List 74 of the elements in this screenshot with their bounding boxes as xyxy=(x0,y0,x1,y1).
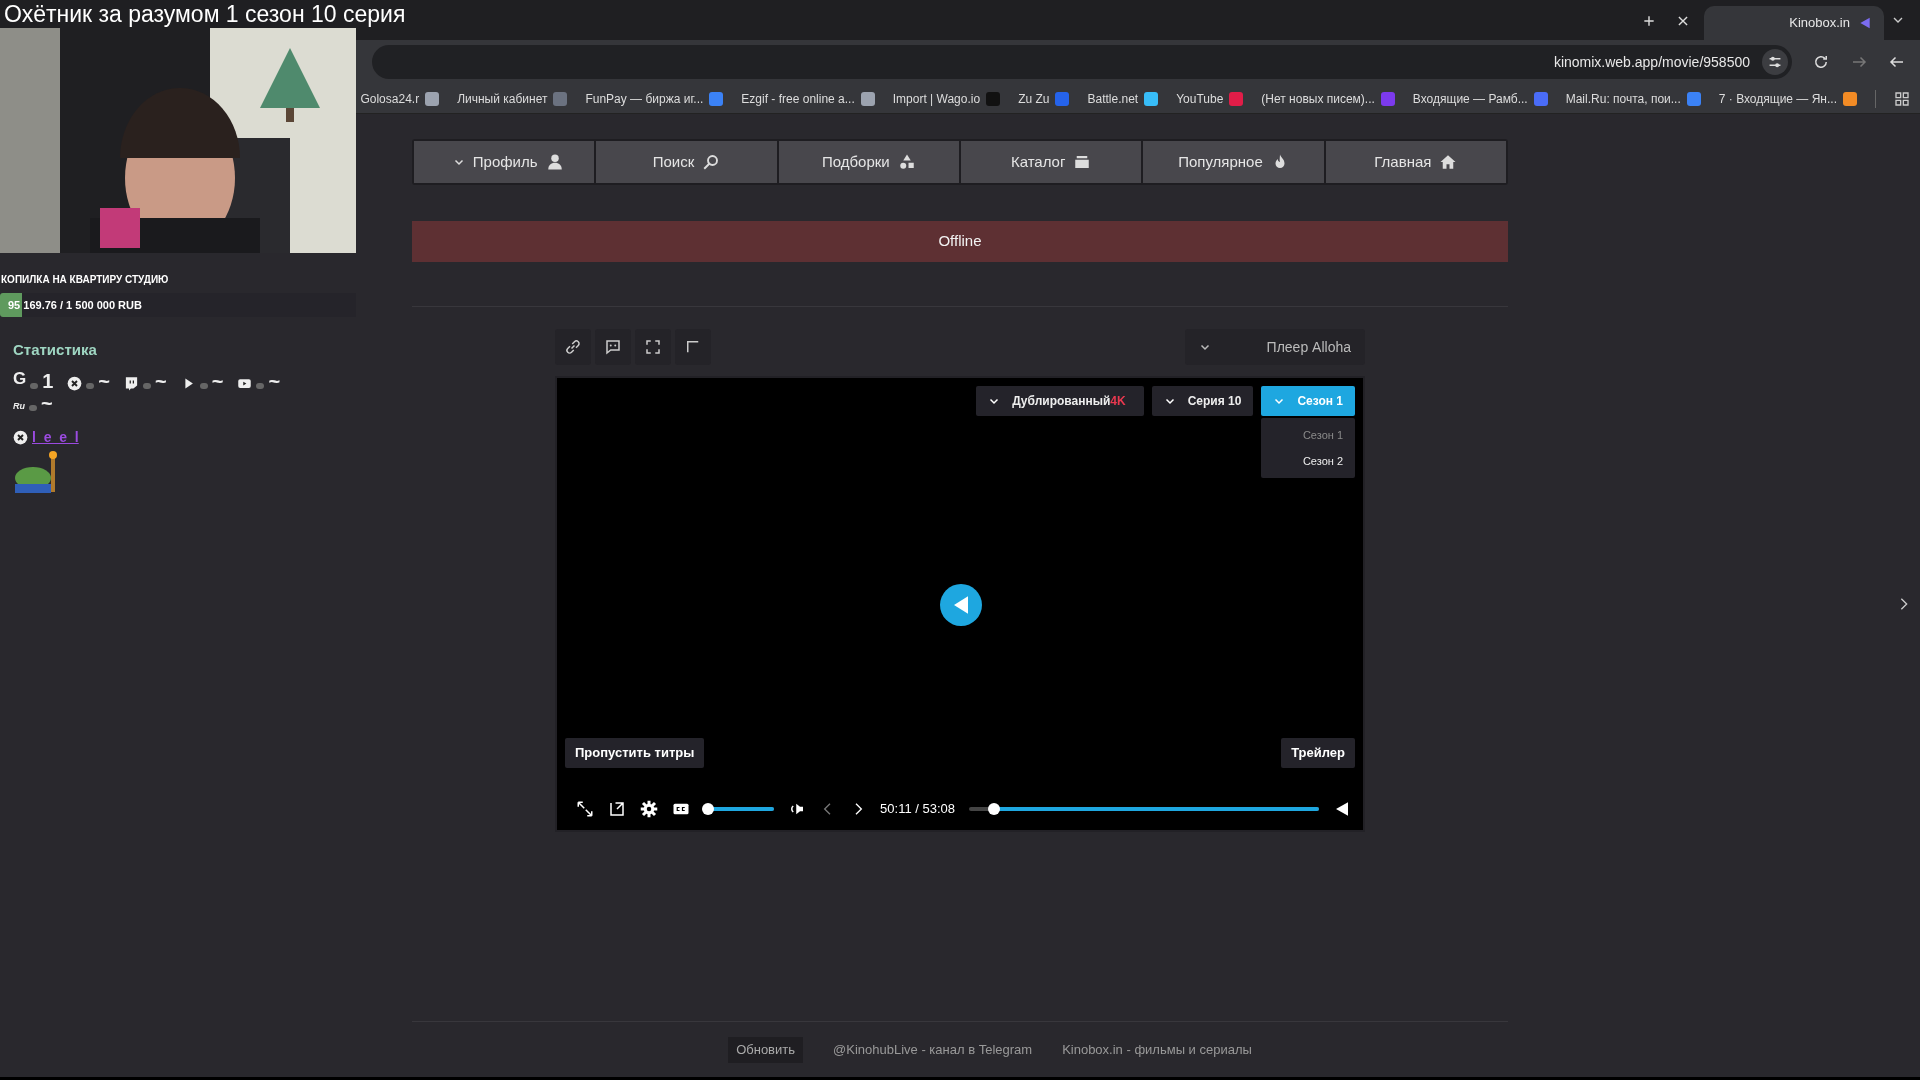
stack-icon xyxy=(1073,153,1092,171)
tab-title: Kinobox.in xyxy=(1789,14,1850,33)
comment-button[interactable] xyxy=(595,329,631,365)
user-icon xyxy=(545,153,564,171)
footer-link[interactable]: @KinohubLive - канал в Telegram xyxy=(833,1039,1033,1060)
offline-banner: Offline xyxy=(412,221,1508,262)
bookmark[interactable]: Zu Zu xyxy=(1018,89,1070,108)
menu-item[interactable]: Сезон 2 xyxy=(1261,448,1355,474)
fullscreen-icon xyxy=(644,338,662,356)
stat-value: ~ xyxy=(155,371,167,391)
dropdown-button[interactable]: Дублированный4K xyxy=(976,386,1144,416)
play-button[interactable] xyxy=(940,584,982,626)
time-text: 50:11 / 53:08 xyxy=(880,800,955,819)
nav-button[interactable]: Профиль xyxy=(414,141,595,183)
footer-link[interactable]: Kinobox.in - фильмы и сериалы xyxy=(1062,1039,1252,1060)
x-circle-icon xyxy=(13,430,28,445)
goal-amount: 95 169.76 / 1 500 000 RUB xyxy=(7,297,142,313)
video-icon xyxy=(237,376,253,391)
corner-button[interactable] xyxy=(675,329,711,365)
platform-label: Ru xyxy=(13,399,25,413)
stat-value: ~ xyxy=(98,371,111,391)
bookmark[interactable]: Mail.Ru: почта, пои... xyxy=(1565,89,1701,108)
trailer-button[interactable]: Трейлер xyxy=(1281,738,1355,768)
close-icon[interactable] xyxy=(1676,14,1690,28)
bookmark[interactable]: YouTube xyxy=(1176,89,1244,108)
bookmark[interactable]: (Нет новых писем)... xyxy=(1261,89,1395,108)
bookmark[interactable]: 7 · Входящие — Ян... xyxy=(1718,89,1857,108)
stat-value: ~ xyxy=(211,371,224,391)
emote-icon xyxy=(13,450,59,494)
apps-grid-icon[interactable] xyxy=(1894,90,1910,107)
skip-credits-button[interactable]: Пропустить титры xyxy=(565,738,705,768)
refresh-button[interactable]: Обновить xyxy=(728,1036,803,1063)
bookmark[interactable]: Golosa24.r xyxy=(360,89,440,108)
nav-button[interactable]: Поиск xyxy=(596,141,777,183)
username: l_e_e_l xyxy=(32,428,79,447)
bookmark[interactable]: Battle.net xyxy=(1087,89,1159,108)
dropdown-button[interactable]: Серия 10 xyxy=(1151,386,1254,416)
nav-button[interactable]: Подборки xyxy=(778,141,959,183)
nav-button[interactable]: Главная xyxy=(1325,141,1506,183)
bookmark[interactable]: Ezgif - free online a... xyxy=(741,89,875,108)
chat-bubble-icon xyxy=(124,376,140,391)
goal-title: КОПИЛКА НА КВАРТИРУ СТУДИЮ xyxy=(0,273,170,287)
address-bar[interactable]: kinomix.web.app/movie/958500 xyxy=(372,45,1792,79)
player-select[interactable]: Плеер Alloha xyxy=(1185,329,1365,365)
search-icon xyxy=(702,153,721,171)
bookmark[interactable]: Личный кабинет xyxy=(457,89,568,108)
tab-favicon-icon xyxy=(1858,16,1872,30)
slider-thumb[interactable] xyxy=(701,803,714,815)
home-icon xyxy=(1439,153,1458,171)
reload-icon[interactable] xyxy=(1812,53,1830,71)
bookmark[interactable]: Import | Wago.io xyxy=(892,89,1001,108)
site-settings-icon[interactable] xyxy=(1762,49,1788,75)
fullscreen-button[interactable] xyxy=(635,329,671,365)
expand-icon[interactable] xyxy=(576,800,595,818)
nav-button[interactable]: Каталог xyxy=(961,141,1142,183)
stat-value: ~ xyxy=(268,371,281,391)
new-tab-icon[interactable] xyxy=(1642,14,1656,28)
link-icon xyxy=(564,338,582,356)
menu-item[interactable]: Сезон 1 xyxy=(1261,422,1355,448)
browser-tab[interactable]: Kinobox.in xyxy=(1704,6,1884,40)
bookmark[interactable]: FunPay — биржа иг... xyxy=(585,89,724,108)
stream-title: Охётник за разумом 1 сезон 10 серия xyxy=(4,0,406,28)
x-circle-icon xyxy=(67,376,83,391)
stat-value: 1 xyxy=(42,371,54,391)
nav-button[interactable]: Популярное xyxy=(1143,141,1324,183)
stat-value: ~ xyxy=(41,393,53,413)
shapes-icon xyxy=(897,153,916,171)
link-button[interactable] xyxy=(555,329,591,365)
url-text: kinomix.web.app/movie/958500 xyxy=(1553,52,1750,72)
comment-icon xyxy=(604,338,622,356)
bookmark[interactable]: Входящие — Рамб... xyxy=(1412,89,1548,108)
stats-title: Статистика xyxy=(12,340,98,360)
platform-label: G xyxy=(13,367,27,390)
settings-icon[interactable] xyxy=(640,800,659,818)
